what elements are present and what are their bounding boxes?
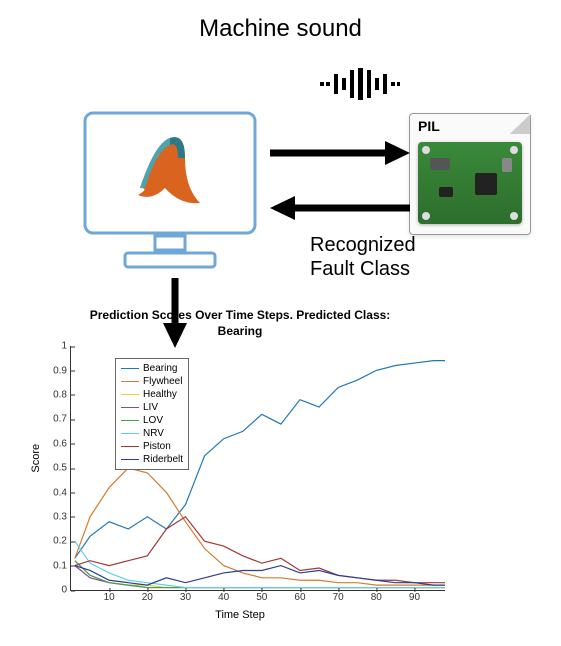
arrow-left-icon (270, 193, 410, 228)
legend-swatch (121, 381, 139, 382)
monitor-icon (80, 108, 270, 283)
y-tick: 0.5 (53, 463, 71, 474)
x-axis-label: Time Step (215, 609, 265, 621)
fault-line2: Fault Class (310, 258, 410, 280)
y-tick: 0.8 (53, 389, 71, 400)
legend-label: Flywheel (143, 375, 182, 388)
x-tick: 60 (294, 590, 305, 603)
legend-item: Flywheel (121, 375, 183, 388)
audio-icon (320, 68, 400, 111)
series-liv (75, 566, 445, 588)
prediction-chart: Prediction Scores Over Time Steps. Predi… (30, 308, 450, 621)
pil-label: PIL (418, 118, 440, 134)
legend-item: Healthy (121, 388, 183, 401)
legend-swatch (121, 420, 139, 421)
legend-item: LOV (121, 414, 183, 427)
legend-label: Riderbelt (143, 453, 183, 466)
legend-item: Riderbelt (121, 453, 183, 466)
y-tick: 0.6 (53, 438, 71, 449)
x-tick: 80 (371, 590, 382, 603)
legend-swatch (121, 459, 139, 460)
plot-area: BearingFlywheelHealthyLIVLOVNRVPistonRid… (70, 346, 445, 591)
legend-label: Bearing (143, 362, 177, 375)
legend-swatch (121, 433, 139, 434)
legend-label: LOV (143, 414, 163, 427)
legend-label: Healthy (143, 388, 177, 401)
x-tick: 50 (256, 590, 267, 603)
x-tick: 70 (333, 590, 344, 603)
y-tick: 0.9 (53, 365, 71, 376)
flow-diagram: PIL Recognized Fault Class (10, 58, 551, 298)
x-tick: 90 (409, 590, 420, 603)
legend-label: LIV (143, 401, 158, 414)
x-tick: 30 (180, 590, 191, 603)
legend-item: Bearing (121, 362, 183, 375)
series-flywheel (75, 468, 445, 585)
legend-swatch (121, 446, 139, 447)
x-tick: 40 (218, 590, 229, 603)
y-tick: 0.4 (53, 487, 71, 498)
y-axis-label: Score (30, 444, 42, 473)
y-tick: 0.3 (53, 511, 71, 522)
y-tick: 0.7 (53, 414, 71, 425)
legend-swatch (121, 394, 139, 395)
series-riderbelt (75, 566, 445, 586)
legend-item: Piston (121, 440, 183, 453)
y-tick: 0 (61, 585, 71, 596)
fault-class-label: Recognized Fault Class (310, 233, 416, 281)
chart-legend: BearingFlywheelHealthyLIVLOVNRVPistonRid… (115, 358, 189, 470)
arrow-right-icon (270, 138, 410, 173)
x-tick: 10 (104, 590, 115, 603)
chart-title: Prediction Scores Over Time Steps. Predi… (30, 308, 450, 339)
pil-file-icon: PIL (409, 113, 531, 235)
fault-line1: Recognized (310, 234, 416, 256)
y-tick: 0.1 (53, 560, 71, 571)
pcb-icon (418, 142, 522, 224)
headline: Machine sound (10, 15, 551, 43)
legend-label: NRV (143, 427, 164, 440)
y-tick: 1 (61, 341, 71, 352)
x-tick: 20 (142, 590, 153, 603)
y-tick: 0.2 (53, 536, 71, 547)
legend-swatch (121, 368, 139, 369)
series-piston (75, 517, 445, 583)
legend-item: NRV (121, 427, 183, 440)
legend-item: LIV (121, 401, 183, 414)
legend-swatch (121, 407, 139, 408)
legend-label: Piston (143, 440, 171, 453)
